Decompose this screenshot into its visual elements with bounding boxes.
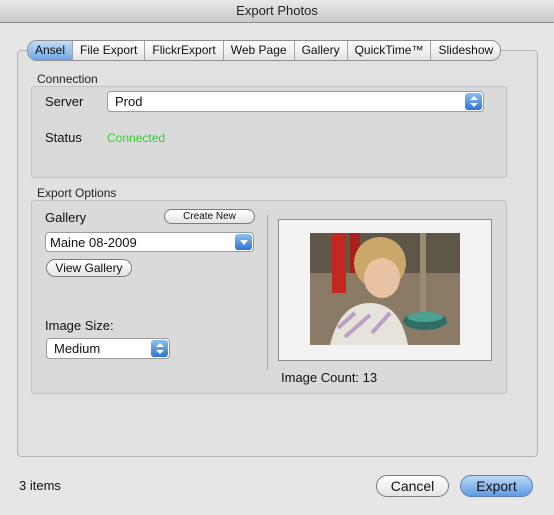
tab-slideshow[interactable]: Slideshow bbox=[431, 41, 500, 60]
cancel-button[interactable]: Cancel bbox=[376, 475, 449, 497]
server-select-value: Prod bbox=[115, 94, 143, 109]
tab-web-page[interactable]: Web Page bbox=[224, 41, 295, 60]
export-button[interactable]: Export bbox=[460, 475, 533, 497]
up-down-arrows-icon bbox=[465, 93, 482, 110]
view-gallery-button[interactable]: View Gallery bbox=[46, 259, 132, 277]
status-value: Connected bbox=[107, 131, 166, 145]
server-select[interactable]: Prod bbox=[107, 91, 484, 112]
window-title: Export Photos bbox=[0, 0, 554, 23]
up-down-arrows-icon bbox=[151, 340, 168, 357]
image-preview bbox=[278, 219, 492, 361]
tab-flickrexport[interactable]: FlickrExport bbox=[145, 41, 224, 60]
chevron-down-icon bbox=[235, 234, 252, 250]
options-divider bbox=[267, 215, 268, 370]
connection-group-label: Connection bbox=[37, 72, 98, 86]
image-size-select[interactable]: Medium bbox=[46, 338, 170, 359]
tab-gallery[interactable]: Gallery bbox=[295, 41, 348, 60]
image-count-label: Image Count: 13 bbox=[281, 370, 378, 385]
items-count: 3 items bbox=[19, 478, 61, 493]
tab-file-export[interactable]: File Export bbox=[73, 41, 146, 60]
image-size-value: Medium bbox=[54, 341, 101, 356]
export-options-group-label: Export Options bbox=[37, 186, 117, 200]
tab-bar: Ansel File Export FlickrExport Web Page … bbox=[27, 40, 502, 61]
gallery-label: Gallery bbox=[45, 210, 87, 225]
create-new-button[interactable]: Create New bbox=[164, 209, 255, 224]
tab-ansel[interactable]: Ansel bbox=[28, 41, 74, 60]
tab-quicktime[interactable]: QuickTime™ bbox=[348, 41, 432, 60]
preview-photo bbox=[310, 233, 460, 345]
image-size-label: Image Size: bbox=[45, 318, 114, 333]
status-label: Status bbox=[45, 130, 82, 145]
gallery-select-value: Maine 08-2009 bbox=[50, 235, 137, 250]
gallery-select[interactable]: Maine 08-2009 bbox=[45, 232, 254, 252]
server-label: Server bbox=[45, 94, 84, 109]
